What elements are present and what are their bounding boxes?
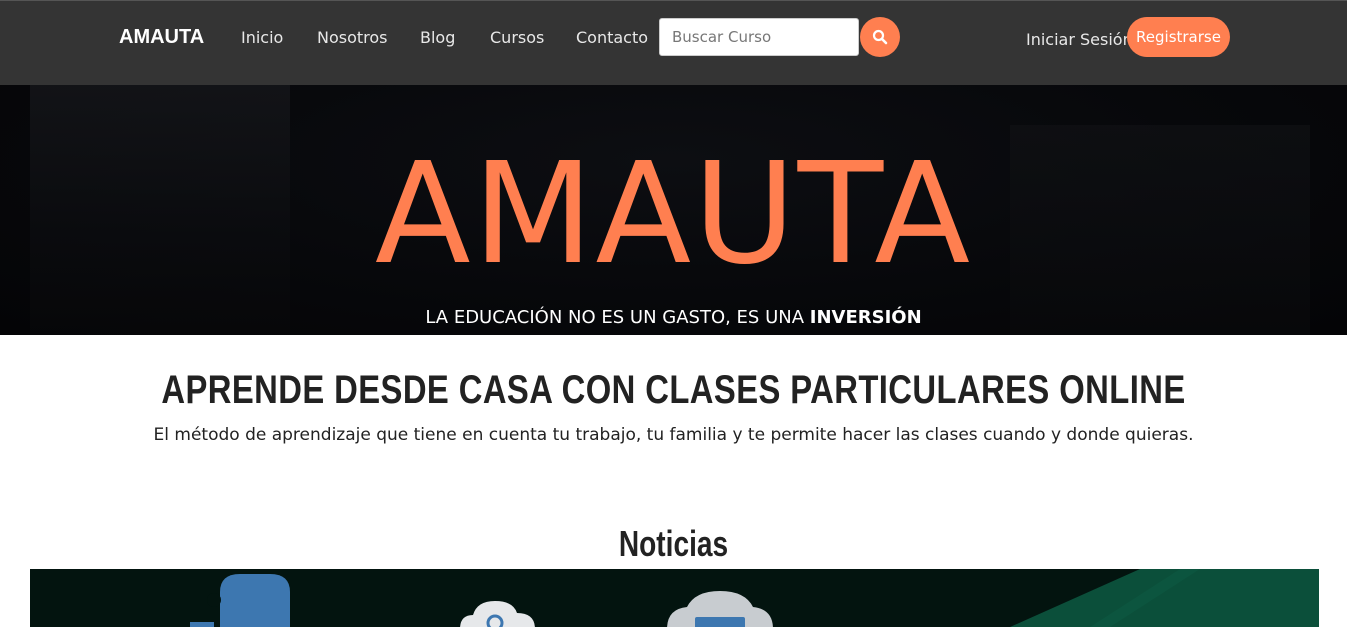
hero-banner: AMAUTA LA EDUCACIÓN NO ES UN GASTO, ES U… bbox=[0, 85, 1347, 335]
nav-link-nosotros[interactable]: Nosotros bbox=[317, 28, 388, 47]
top-navbar: AMAUTA Inicio Nosotros Blog Cursos Conta… bbox=[0, 0, 1347, 85]
nav-link-contacto[interactable]: Contacto bbox=[576, 28, 648, 47]
hero-subtitle-text: LA EDUCACIÓN NO ES UN GASTO, ES UNA bbox=[425, 307, 810, 328]
cloud-gear-icon bbox=[460, 601, 535, 627]
search-button[interactable] bbox=[860, 17, 900, 57]
brand-logo[interactable]: AMAUTA bbox=[119, 26, 204, 49]
login-link[interactable]: Iniciar Sesión bbox=[1026, 30, 1133, 49]
nav-link-blog[interactable]: Blog bbox=[420, 28, 455, 47]
nav-link-cursos[interactable]: Cursos bbox=[490, 28, 544, 47]
search-icon bbox=[872, 29, 888, 45]
intro-text: El método de aprendizaje que tiene en cu… bbox=[153, 425, 1194, 445]
python-logo-icon bbox=[190, 574, 290, 627]
intro-title: APRENDE DESDE CASA CON CLASES PARTICULAR… bbox=[161, 368, 1186, 412]
register-button[interactable]: Registrarse bbox=[1127, 17, 1230, 57]
search-input[interactable] bbox=[659, 18, 859, 56]
hero-subtitle-emphasis: INVERSIÓN bbox=[809, 307, 922, 328]
cloud-computer-icon bbox=[667, 591, 773, 627]
news-banner[interactable] bbox=[30, 569, 1319, 627]
hero-title: AMAUTA bbox=[374, 133, 973, 296]
news-section-title: Noticias bbox=[618, 523, 729, 564]
hero-subtitle: LA EDUCACIÓN NO ES UN GASTO, ES UNA INVE… bbox=[0, 307, 1347, 328]
nav-link-inicio[interactable]: Inicio bbox=[241, 28, 283, 47]
